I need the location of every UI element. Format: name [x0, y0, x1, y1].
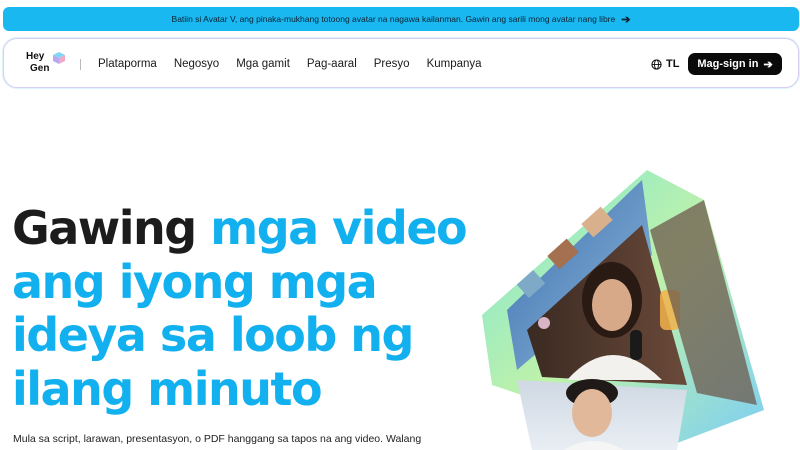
nav-item-pag-aaral[interactable]: Pag-aaral	[307, 58, 357, 70]
globe-icon	[651, 58, 662, 70]
heygen-logo[interactable]: Hey Gen	[26, 51, 68, 77]
arrow-right-icon: ➔	[763, 58, 773, 71]
nav-item-kumpanya[interactable]: Kumpanya	[427, 58, 482, 70]
microphone	[630, 330, 642, 360]
signin-label: Mag-sign in	[697, 58, 759, 70]
hero-video-prism	[482, 170, 764, 450]
logo-text-bottom: Gen	[30, 63, 50, 74]
nav-item-mga-gamit[interactable]: Mga gamit	[236, 58, 290, 70]
nav-item-negosyo[interactable]: Negosyo	[174, 58, 219, 70]
logo-text-top: Hey	[26, 51, 45, 62]
hero-title: Gawing mga video ang iyong mga ideya sa …	[12, 201, 482, 416]
logo-cube-icon	[53, 52, 65, 64]
hero-subtitle: Mula sa script, larawan, presentasyon, o…	[13, 433, 422, 445]
hero-title-line-4: ilang minuto	[12, 361, 323, 416]
arrow-right-icon: ➔	[621, 13, 631, 26]
hero-title-blue-1: mga video	[210, 201, 467, 255]
avatar-man-face	[572, 389, 612, 437]
announcement-text[interactable]: Batiin si Avatar V, ang pinaka-mukhang t…	[172, 14, 616, 24]
hero-title-dark: Gawing	[12, 201, 197, 255]
language-label: TL	[666, 58, 680, 70]
hero-title-line-2: ang iyong mga	[12, 254, 378, 309]
candle-glow	[538, 317, 550, 329]
signin-button[interactable]: Mag-sign in ➔	[688, 53, 782, 75]
announcement-bar[interactable]: Batiin si Avatar V, ang pinaka-mukhang t…	[3, 7, 799, 31]
nav-menu: Plataporma Negosyo Mga gamit Pag-aaral P…	[98, 39, 499, 89]
nav-item-presyo[interactable]: Presyo	[374, 58, 410, 70]
language-selector[interactable]: TL	[651, 56, 679, 72]
nav-divider	[80, 59, 81, 70]
main-nav: Hey Gen Plataporma Negosyo Mga gamit Pag…	[3, 38, 799, 88]
avatar-woman-face	[592, 279, 632, 331]
nav-item-plataporma[interactable]: Plataporma	[98, 58, 157, 70]
hero-title-line-3: ideya sa loob ng	[12, 308, 414, 362]
